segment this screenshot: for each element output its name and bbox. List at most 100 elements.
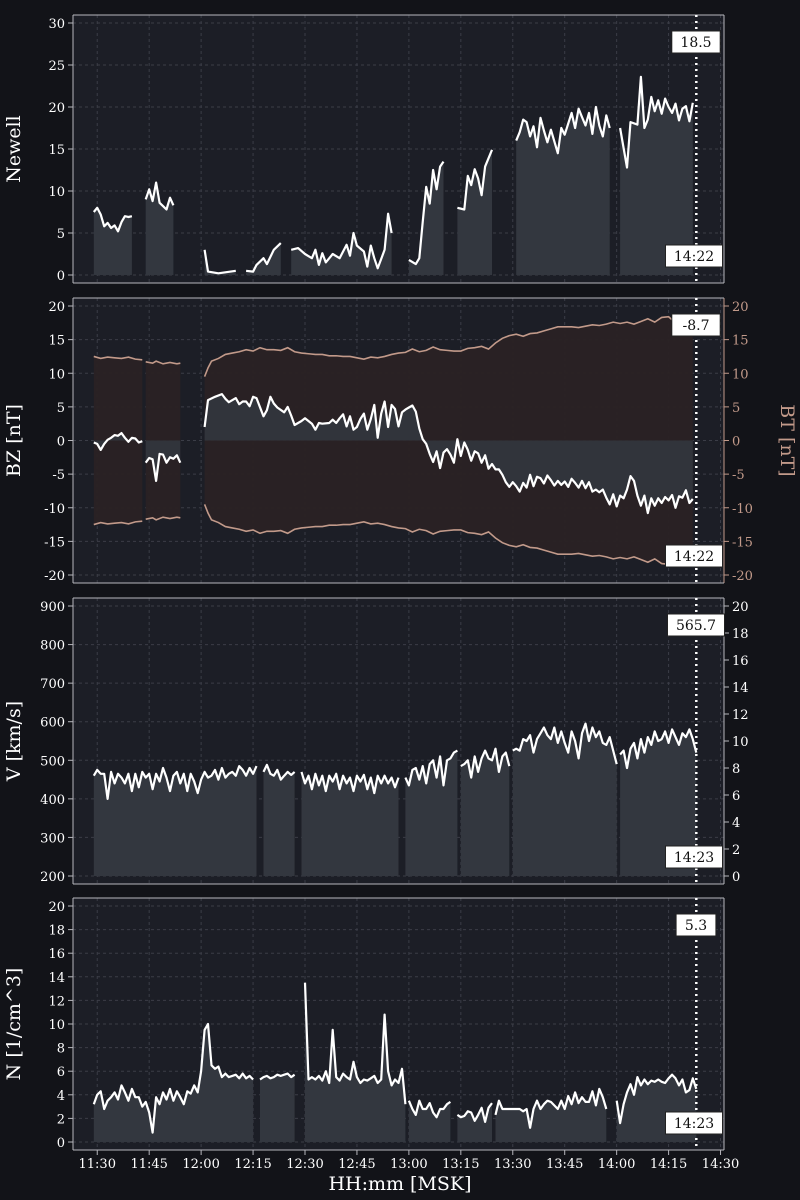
y-tick-label: 10 bbox=[48, 1018, 65, 1033]
current-value-badge-text: 5.3 bbox=[685, 918, 707, 934]
y-tick-label: 0 bbox=[57, 435, 65, 450]
y-tick-label: 600 bbox=[40, 716, 65, 731]
y-tick-label: -20 bbox=[44, 569, 65, 584]
y-axis-label: Newell bbox=[3, 115, 25, 183]
series-fill bbox=[263, 764, 295, 876]
y-tick-label: 300 bbox=[40, 831, 65, 846]
y-tick-label: 800 bbox=[40, 639, 65, 654]
y-right-tick-label: 8 bbox=[732, 762, 740, 777]
y-tick-label: 15 bbox=[48, 334, 65, 349]
y-tick-label: 900 bbox=[40, 600, 65, 615]
y-right-tick-label: 10 bbox=[732, 367, 749, 382]
x-axis-label: HH:mm [MSK] bbox=[328, 1173, 471, 1195]
y-tick-label: 4 bbox=[57, 1089, 65, 1104]
y-tick-label: 20 bbox=[48, 300, 65, 315]
current-time-badge: 14:22 bbox=[665, 244, 723, 268]
x-tick-label: 11:30 bbox=[79, 1157, 116, 1172]
y-right-tick-label: 0 bbox=[732, 435, 740, 450]
y-tick-label: 0 bbox=[57, 1136, 65, 1151]
y-tick-label: 5 bbox=[57, 401, 65, 416]
y-tick-label: -15 bbox=[44, 535, 65, 550]
y-tick-label: 400 bbox=[40, 793, 65, 808]
y-tick-label: 14 bbox=[48, 971, 65, 986]
y-axis-label: V [km/s] bbox=[3, 701, 25, 782]
y-right-tick-label: -5 bbox=[732, 468, 745, 483]
solar-wind-chart: 051015202530Newell18.514:22-20-15-10-505… bbox=[0, 0, 800, 1200]
y-axis-label: N [1/cm^3] bbox=[3, 968, 25, 1081]
y-right-tick-label: -10 bbox=[732, 502, 753, 517]
y-right-tick-label: 4 bbox=[732, 816, 740, 831]
y-axis-right-label: BT [nT] bbox=[776, 404, 798, 476]
y-right-tick-label: 14 bbox=[732, 681, 749, 696]
y-tick-label: 500 bbox=[40, 754, 65, 769]
y-right-tick-label: 10 bbox=[732, 735, 749, 750]
series-fill bbox=[301, 771, 399, 876]
y-tick-label: 6 bbox=[57, 1065, 65, 1080]
y-right-tick-label: -20 bbox=[732, 569, 753, 584]
current-value-badge-text: 565.7 bbox=[676, 618, 716, 634]
y-right-tick-label: 20 bbox=[732, 300, 749, 315]
x-tick-label: 12:30 bbox=[286, 1157, 323, 1172]
x-tick-label: 14:15 bbox=[650, 1157, 687, 1172]
y-tick-label: 30 bbox=[48, 17, 65, 32]
current-value-badge: 5.3 bbox=[675, 913, 717, 937]
x-tick-label: 11:45 bbox=[130, 1157, 167, 1172]
series-fill bbox=[93, 766, 257, 876]
y-tick-label: 0 bbox=[57, 269, 65, 284]
y-tick-label: 15 bbox=[48, 143, 65, 158]
current-time-badge: 14:23 bbox=[665, 845, 723, 869]
series-fill bbox=[512, 723, 617, 876]
current-time-badge-text: 14:22 bbox=[674, 549, 714, 565]
y-right-tick-label: 6 bbox=[732, 789, 740, 804]
series-fill bbox=[260, 1073, 295, 1142]
x-tick-label: 13:15 bbox=[442, 1157, 479, 1172]
current-time-badge: 14:23 bbox=[665, 1111, 723, 1135]
current-time-badge: 14:22 bbox=[665, 544, 723, 568]
x-tick-label: 12:00 bbox=[182, 1157, 219, 1172]
current-time-badge-text: 14:23 bbox=[674, 850, 714, 866]
current-value-badge-text: -8.7 bbox=[683, 318, 710, 334]
y-right-tick-label: 15 bbox=[732, 334, 749, 349]
y-right-tick-label: 18 bbox=[732, 627, 749, 642]
y-right-tick-label: 20 bbox=[732, 600, 749, 615]
panel-newell: 0 5 10 15 20 25 30 Newell 18.5 14:22 bbox=[3, 14, 725, 284]
y-tick-label: 25 bbox=[48, 59, 65, 74]
current-value-badge: 18.5 bbox=[671, 30, 721, 54]
x-tick-label: 13:30 bbox=[494, 1157, 531, 1172]
y-tick-label: 8 bbox=[57, 1042, 65, 1057]
y-tick-label: 18 bbox=[48, 924, 65, 939]
y-tick-label: 200 bbox=[40, 870, 65, 885]
x-tick-label: 14:00 bbox=[598, 1157, 635, 1172]
y-right-tick-label: 16 bbox=[732, 654, 749, 669]
x-tick-label: 13:00 bbox=[390, 1157, 427, 1172]
current-value-badge: 565.7 bbox=[667, 613, 725, 637]
y-tick-label: 5 bbox=[57, 227, 65, 242]
x-tick-label: 12:45 bbox=[338, 1157, 375, 1172]
x-tick-label: 13:45 bbox=[546, 1157, 583, 1172]
x-tick-label: 14:30 bbox=[702, 1157, 739, 1172]
y-tick-label: 12 bbox=[48, 994, 65, 1009]
y-tick-label: 20 bbox=[48, 101, 65, 116]
y-tick-label: 16 bbox=[48, 947, 65, 962]
panel-speed: 200 300 400 500 600 700 800 900 0 2 4 6 8 10 12 14 16 18 2… bbox=[3, 597, 749, 885]
panel-density: 0 2 4 6 8 10 12 14 16 18 20 N [1/cm^3] 5.3 14:23 bbox=[3, 897, 725, 1151]
x-tick-label: 12:15 bbox=[234, 1157, 271, 1172]
y-tick-label: 700 bbox=[40, 677, 65, 692]
panels: 051015202530Newell18.514:22-20-15-10-505… bbox=[3, 14, 798, 1151]
y-tick-label: 2 bbox=[57, 1112, 65, 1127]
panel-bz: -20 -15 -10 -5 0 5 10 15 20 -20 -15 -10 -5 0 5 10 15 20 BZ… bbox=[3, 297, 798, 584]
current-time-badge-text: 14:22 bbox=[674, 249, 714, 265]
y-right-tick-label: -15 bbox=[732, 535, 753, 550]
y-right-tick-label: 2 bbox=[732, 843, 740, 858]
current-time-badge-text: 14:23 bbox=[674, 1116, 714, 1132]
current-value-badge: -8.7 bbox=[671, 313, 721, 337]
y-right-tick-label: 0 bbox=[732, 870, 740, 885]
y-tick-label: -10 bbox=[44, 502, 65, 517]
current-value-badge-text: 18.5 bbox=[680, 35, 711, 51]
y-right-tick-label: 12 bbox=[732, 708, 749, 723]
y-tick-label: 20 bbox=[48, 900, 65, 915]
y-tick-label: 10 bbox=[48, 185, 65, 200]
y-right-tick-label: 5 bbox=[732, 401, 740, 416]
y-tick-label: 10 bbox=[48, 367, 65, 382]
y-axis-label: BZ [nT] bbox=[3, 404, 25, 477]
